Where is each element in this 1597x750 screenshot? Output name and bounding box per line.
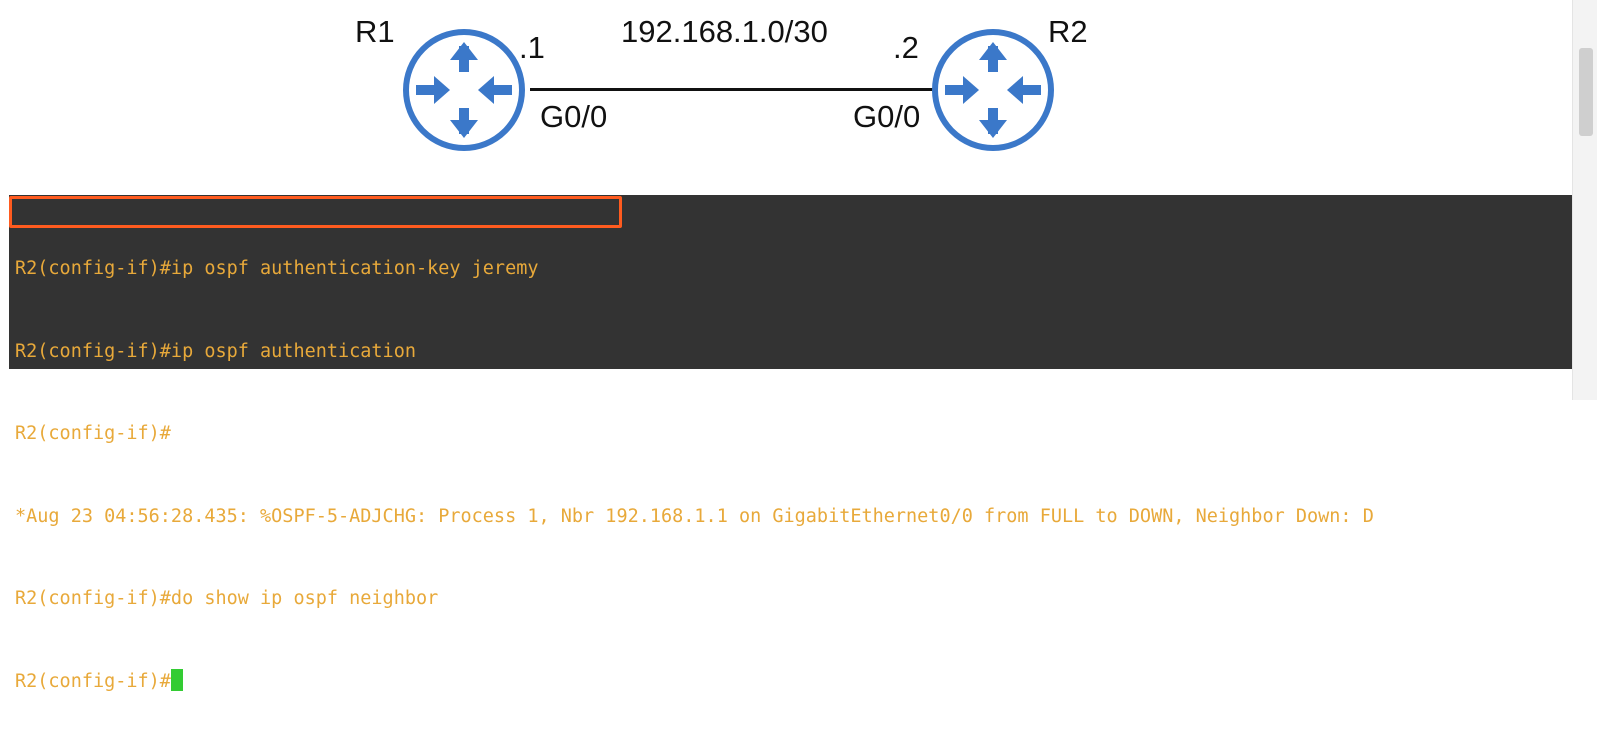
terminal-line: *Aug 23 04:56:28.435: %OSPF-5-ADJCHG: Pr… bbox=[15, 505, 1374, 527]
network-topology: R1 .1 G0/0 192.168.1.0/30 R2 .2 G0/0 bbox=[0, 0, 1597, 190]
router-r2-ip: .2 bbox=[893, 30, 919, 65]
router-r1-name: R1 bbox=[355, 14, 395, 49]
terminal-window[interactable]: R2(config-if)#ip ospf authentication-key… bbox=[9, 195, 1573, 692]
text-cursor bbox=[170, 668, 183, 691]
terminal-prompt: R2(config-if)# bbox=[15, 670, 171, 692]
scrollbar-thumb[interactable] bbox=[1579, 48, 1593, 136]
terminal-line: R2(config-if)# bbox=[15, 423, 171, 444]
router-r1-interface: G0/0 bbox=[540, 99, 608, 134]
link-line bbox=[530, 88, 950, 91]
terminal-line: R2(config-if)#ip ospf authentication bbox=[15, 340, 416, 362]
page-scrollbar[interactable] bbox=[1572, 0, 1597, 400]
terminal-line: R2(config-if)#do show ip ospf neighbor bbox=[15, 588, 439, 609]
router-r2-icon bbox=[932, 29, 1054, 151]
router-r1-icon bbox=[403, 29, 525, 151]
network-address: 192.168.1.0/30 bbox=[621, 14, 828, 49]
terminal-prompt-line[interactable]: R2(config-if)# bbox=[15, 668, 1374, 696]
terminal-line: R2(config-if)#ip ospf authentication-key… bbox=[15, 258, 539, 279]
terminal-output: R2(config-if)#ip ospf authentication-key… bbox=[15, 200, 1374, 750]
router-r2-interface: G0/0 bbox=[853, 99, 921, 134]
